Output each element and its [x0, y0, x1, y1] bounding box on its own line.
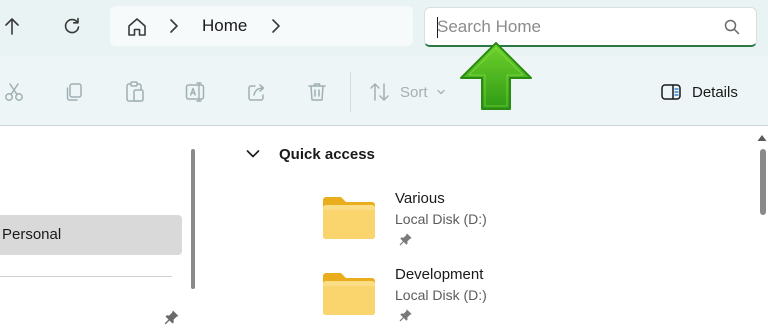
list-item[interactable]: Various Local Disk (D:) [322, 190, 522, 254]
nav-item-label: Personal [2, 226, 62, 243]
chevron-down-icon [436, 89, 445, 95]
cut-icon [5, 83, 23, 101]
delete-icon [308, 83, 326, 101]
folder-name: Development [395, 266, 484, 283]
details-label: Details [692, 83, 738, 101]
refresh-icon [64, 17, 80, 34]
content-area: Quick access Various Local Disk (D:) Dev… [205, 127, 768, 336]
nav-divider [0, 276, 172, 277]
details-button[interactable]: Details [660, 78, 738, 106]
rename-button[interactable] [182, 78, 210, 106]
sort-icon [370, 83, 389, 101]
quick-access-header[interactable]: Quick access [245, 143, 375, 165]
refresh-button[interactable] [56, 8, 88, 44]
navigation-pane: Personal [0, 127, 205, 336]
sort-label: Sort [400, 83, 428, 101]
sort-button[interactable]: Sort [368, 78, 446, 106]
folder-name: Various [395, 190, 445, 207]
breadcrumb-home[interactable]: Home [202, 16, 247, 36]
pin-icon [399, 309, 412, 322]
delete-button[interactable] [303, 78, 331, 106]
chevron-down-icon[interactable] [245, 148, 261, 160]
copy-icon [66, 83, 82, 101]
cut-button[interactable] [0, 78, 28, 106]
pin-icon[interactable] [164, 309, 180, 325]
share-button[interactable] [243, 78, 271, 106]
text-caret [437, 17, 438, 38]
address-bar[interactable]: Home [110, 6, 413, 46]
command-bar: Sort Details [0, 56, 768, 126]
list-item[interactable]: Development Local Disk (D:) [322, 266, 522, 330]
toolbar-divider [350, 72, 351, 112]
green-arrow-annotation [460, 42, 532, 110]
chevron-right-icon[interactable] [270, 17, 282, 35]
paste-button[interactable] [121, 78, 149, 106]
chevron-right-icon[interactable] [168, 17, 180, 35]
address-row: Home [0, 0, 768, 56]
search-input[interactable] [437, 16, 717, 38]
paste-icon [126, 81, 144, 102]
up-arrow-icon [5, 18, 19, 35]
pin-icon [399, 233, 412, 246]
share-icon [248, 84, 265, 101]
scroll-up-icon[interactable] [756, 133, 768, 143]
folder-location: Local Disk (D:) [395, 211, 487, 227]
nav-scrollbar[interactable] [191, 149, 195, 289]
folder-icon [323, 273, 375, 315]
folder-location: Local Disk (D:) [395, 287, 487, 303]
rename-icon [185, 82, 205, 102]
quick-access-title: Quick access [279, 145, 375, 163]
details-pane-icon [661, 84, 681, 100]
up-button[interactable] [0, 8, 28, 44]
home-icon[interactable] [126, 16, 148, 38]
nav-item-personal[interactable]: Personal [0, 215, 182, 255]
copy-button[interactable] [60, 78, 88, 106]
content-scrollbar[interactable] [760, 149, 766, 215]
folder-icon [323, 197, 375, 239]
search-icon [724, 19, 740, 35]
